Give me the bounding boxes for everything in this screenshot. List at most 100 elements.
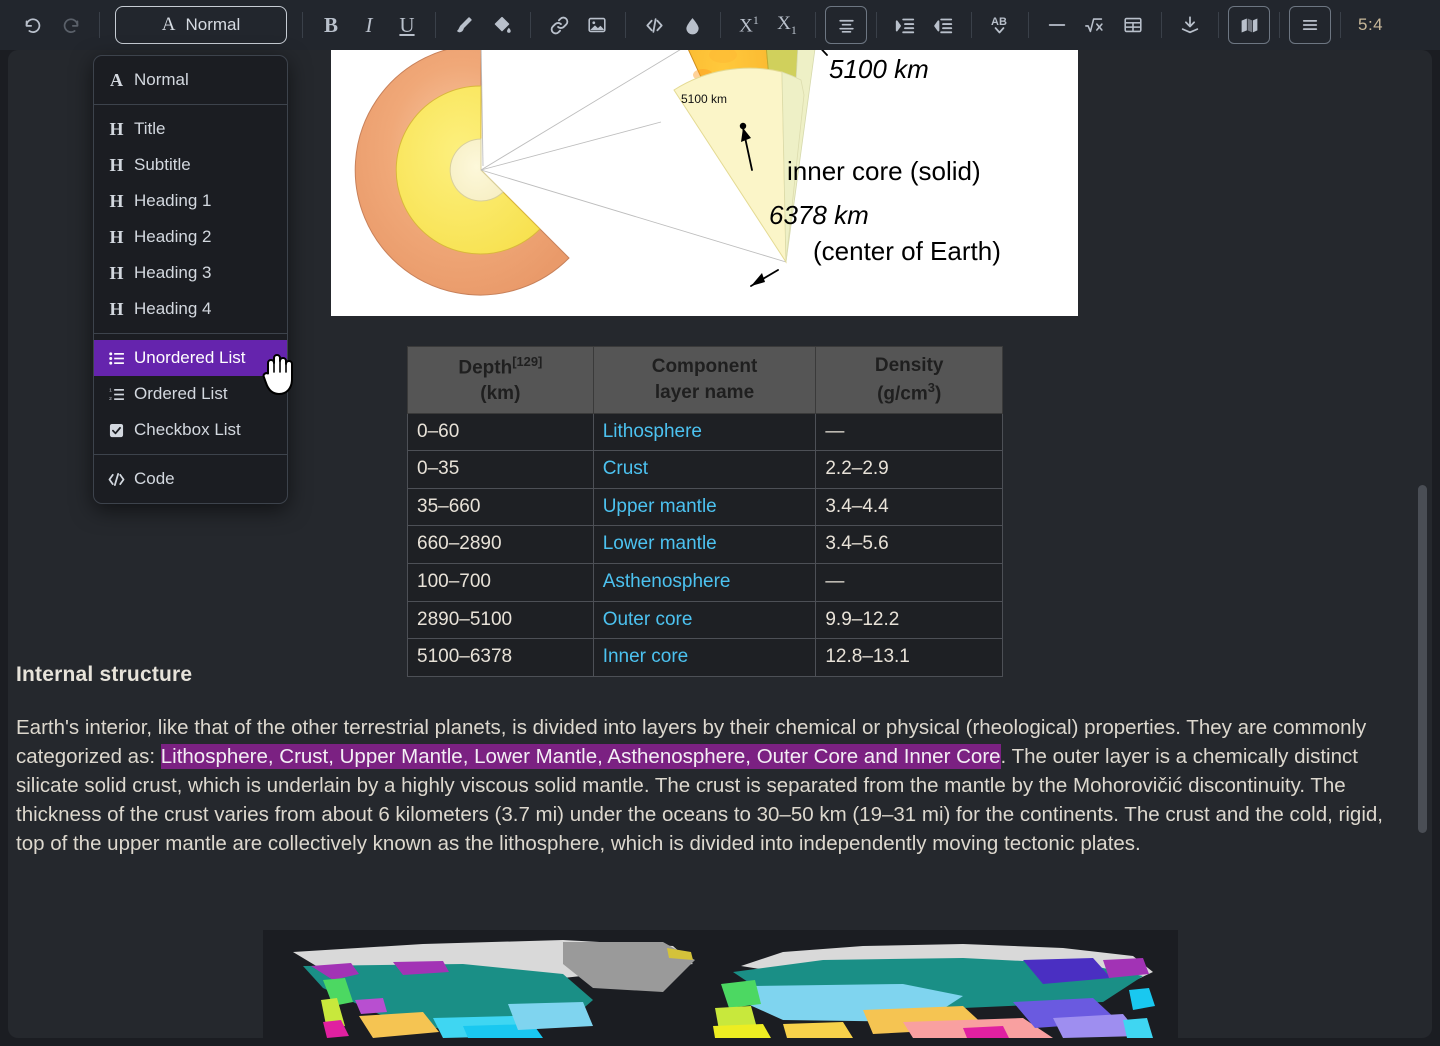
table-row: 100–700Asthenosphere— — [408, 563, 1003, 601]
menu-item-subtitle[interactable]: HSubtitle — [94, 147, 287, 183]
hamburger-menu-button[interactable] — [1289, 6, 1331, 44]
heading-icon: H — [108, 119, 125, 140]
table-header-row: Depth[129] (km) Component layer name Den… — [408, 347, 1003, 414]
heading-icon: H — [108, 263, 125, 284]
vertical-scrollbar-thumb[interactable] — [1418, 485, 1427, 833]
menu-item-checkbox-list[interactable]: Checkbox List — [94, 412, 287, 448]
heading-icon: H — [108, 227, 125, 248]
toolbar-separator — [435, 12, 436, 38]
toolbar-separator — [1218, 12, 1219, 38]
table-row: 0–60Lithosphere— — [408, 413, 1003, 451]
cell-depth: 0–60 — [408, 413, 594, 451]
cell-layer-link[interactable]: Lithosphere — [593, 413, 816, 451]
toolbar-separator — [530, 12, 531, 38]
menu-item-label: Normal — [134, 70, 189, 90]
brush-button[interactable] — [445, 8, 483, 42]
undo-button[interactable] — [14, 8, 52, 42]
menu-item-label: Ordered List — [134, 384, 228, 404]
earth-cutaway-figure: 5100 km outer core — [331, 50, 1078, 316]
italic-button[interactable]: I — [350, 8, 388, 42]
letter-a-icon: A — [162, 14, 176, 36]
bold-button[interactable]: B — [312, 8, 350, 42]
section-paragraph[interactable]: Earth's interior, like that of the other… — [16, 713, 1412, 858]
cell-depth: 35–660 — [408, 488, 594, 526]
redo-button[interactable] — [52, 8, 90, 42]
paragraph-highlighted-text: Lithosphere, Crust, Upper Mantle, Lower … — [161, 744, 1001, 769]
map-button[interactable] — [1228, 6, 1270, 44]
cell-density: 3.4–4.4 — [816, 488, 1003, 526]
toolbar-separator — [1028, 12, 1029, 38]
toolbar-separator — [99, 12, 100, 38]
menu-item-ordered-list[interactable]: 1 2 Ordered List — [94, 376, 287, 412]
cell-layer-link[interactable]: Upper mantle — [593, 488, 816, 526]
fill-color-button[interactable] — [483, 8, 521, 42]
align-button[interactable] — [825, 6, 867, 44]
superscript-button[interactable]: X1 — [730, 8, 768, 42]
earth-layers-table: Depth[129] (km) Component layer name Den… — [407, 346, 1003, 677]
table-row: 660–2890Lower mantle3.4–5.6 — [408, 526, 1003, 564]
vertical-scrollbar-track[interactable] — [1416, 50, 1430, 1038]
underline-button[interactable]: U — [388, 8, 426, 42]
menu-item-heading-2[interactable]: H Heading 2 — [94, 219, 287, 255]
cell-depth: 2890–5100 — [408, 601, 594, 639]
menu-item-label: Heading 2 — [134, 227, 212, 247]
menu-item-normal[interactable]: ANormal — [94, 62, 287, 98]
text-style-dropdown-menu[interactable]: ANormalHTitleHSubtitleHHeading 1HHeading… — [93, 55, 288, 504]
table-row: 5100–6378Inner core12.8–13.1 — [408, 639, 1003, 677]
cell-layer-link[interactable]: Outer core — [593, 601, 816, 639]
toolbar-separator — [720, 12, 721, 38]
menu-item-label: Subtitle — [134, 155, 191, 175]
menu-item-label: Code — [134, 469, 175, 489]
italic-icon: I — [366, 13, 373, 38]
menu-group-1: HTitleHSubtitleHHeading 1HHeading 2HHead… — [94, 104, 287, 333]
svg-text:1: 1 — [109, 388, 112, 394]
menu-item-heading-4[interactable]: HHeading 4 — [94, 291, 287, 327]
svg-text:5100 km: 5100 km — [681, 92, 727, 106]
horizontal-rule-button[interactable] — [1038, 8, 1076, 42]
table-row: 35–660Upper mantle3.4–4.4 — [408, 488, 1003, 526]
cell-layer-link[interactable]: Inner core — [593, 639, 816, 677]
subscript-icon: X1 — [777, 13, 797, 38]
code-icon — [108, 473, 125, 486]
table-header-depth: Depth[129] (km) — [408, 347, 594, 414]
indent-increase-button[interactable] — [886, 8, 924, 42]
menu-item-heading-3[interactable]: HHeading 3 — [94, 255, 287, 291]
cell-density: — — [816, 413, 1003, 451]
eraser-button[interactable] — [673, 8, 711, 42]
svg-text:AB: AB — [991, 16, 1007, 28]
menu-item-heading-1[interactable]: HHeading 1 — [94, 183, 287, 219]
menu-item-unordered-list[interactable]: Unordered List — [94, 340, 287, 376]
math-button[interactable] — [1076, 8, 1114, 42]
toolbar-separator — [1161, 12, 1162, 38]
toolbar-separator — [971, 12, 972, 38]
menu-group-2: Unordered List 1 2 Ordered List Checkbox Lis… — [94, 333, 287, 454]
editor-toolbar: A Normal B I U — [0, 0, 1440, 50]
code-button[interactable] — [635, 8, 673, 42]
cell-density: 9.9–12.2 — [816, 601, 1003, 639]
download-button[interactable] — [1171, 8, 1209, 42]
superscript-icon: X1 — [739, 13, 759, 37]
image-button[interactable] — [578, 8, 616, 42]
toolbar-separator — [815, 12, 816, 38]
text-style-selector[interactable]: A Normal — [115, 6, 287, 44]
cell-layer-link[interactable]: Crust — [593, 451, 816, 489]
cell-layer-link[interactable]: Asthenosphere — [593, 563, 816, 601]
menu-item-title[interactable]: HTitle — [94, 111, 287, 147]
table-button[interactable] — [1114, 8, 1152, 42]
menu-item-code[interactable]: Code — [94, 461, 287, 497]
section-heading: Internal structure — [16, 663, 192, 687]
cell-density: 3.4–5.6 — [816, 526, 1003, 564]
table-row: 0–35Crust2.2–2.9 — [408, 451, 1003, 489]
subscript-button[interactable]: X1 — [768, 8, 806, 42]
table-header-density: Density (g/cm3) — [816, 347, 1003, 414]
heading-icon: H — [108, 191, 125, 212]
cell-layer-link[interactable]: Lower mantle — [593, 526, 816, 564]
menu-item-label: Heading 4 — [134, 299, 212, 319]
menu-item-label: Checkbox List — [134, 420, 241, 440]
svg-text:2: 2 — [109, 396, 112, 401]
cell-depth: 100–700 — [408, 563, 594, 601]
indent-decrease-button[interactable] — [924, 8, 962, 42]
toolbar-separator — [302, 12, 303, 38]
spellcheck-button[interactable]: AB — [981, 8, 1019, 42]
link-button[interactable] — [540, 8, 578, 42]
